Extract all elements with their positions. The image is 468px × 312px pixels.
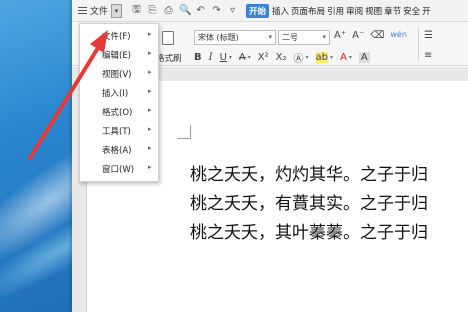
tab-developer[interactable]: 开 [421, 5, 432, 17]
phonetic-guide-icon[interactable]: wén [390, 30, 407, 41]
chevron-down-icon[interactable]: ▾ [349, 54, 352, 61]
chevron-down-icon: ▾ [322, 33, 326, 41]
menu-item-format[interactable]: 格式(O) ▸ [80, 102, 158, 122]
bullet-list-icon[interactable]: ☰ [424, 30, 433, 41]
menu-item-label: 编辑(E) [102, 51, 132, 61]
chevron-down-icon[interactable]: ▾ [330, 54, 333, 61]
document-line[interactable]: 桃之夭夭，有蕡其实。之子于归 [190, 189, 428, 214]
font-name-value: 宋体 (标题) [198, 33, 239, 42]
chevron-right-icon: ▸ [148, 87, 152, 95]
chevron-down-icon[interactable]: ▾ [229, 54, 232, 61]
grow-font-icon[interactable]: A⁺ [334, 30, 346, 41]
format-painter-icon[interactable] [162, 31, 174, 45]
customize-toolbar-icon[interactable]: ▿ [227, 5, 238, 16]
file-menu-button[interactable]: 文件 ▾ [72, 2, 125, 20]
tab-page-layout[interactable]: 页面布局 [290, 5, 326, 17]
chevron-right-icon: ▸ [148, 144, 152, 152]
chevron-right-icon: ▸ [148, 106, 152, 114]
char-shading-icon[interactable]: A [358, 52, 370, 63]
format-painter-label[interactable]: 格式刷 [156, 52, 182, 64]
menu-item-window[interactable]: 窗口(W) ▸ [80, 159, 158, 179]
chevron-down-icon[interactable]: ▾ [248, 54, 251, 61]
font-name-select[interactable]: 宋体 (标题) ▾ [194, 30, 276, 45]
quick-access-toolbar: 🖫 ⎘ ⎙ 🔍 ↶ ↷ ▿ [131, 2, 238, 19]
font-size-tools: A⁺ A⁻ ⌫ wén [334, 30, 407, 41]
font-size-value: 二号 [282, 33, 298, 42]
menu-item-label: 窗口(W) [102, 165, 135, 175]
tab-review[interactable]: 审阅 [345, 5, 364, 17]
menu-item-insert[interactable]: 插入(I) ▸ [80, 83, 158, 103]
file-menu-label: 文件 [90, 7, 109, 17]
tab-security[interactable]: 安全 [402, 5, 421, 17]
document-line[interactable]: 桃之夭夭，灼灼其华。之子于归 [190, 160, 428, 185]
tab-home[interactable]: 开始 [246, 3, 270, 18]
menu-item-label: 表格(A) [102, 146, 132, 156]
ribbon-divider [418, 27, 419, 61]
italic-icon[interactable]: I [209, 52, 213, 63]
print-preview-icon[interactable]: 🔍 [179, 5, 191, 16]
file-dropdown-menu: 文件(F) ▸ 编辑(E) ▸ 视图(V) ▸ 插入(I) ▸ 格式(O) ▸ … [79, 23, 159, 182]
subscript-icon[interactable]: X₂ [276, 52, 287, 63]
tab-insert[interactable]: 插入 [271, 5, 290, 17]
menu-item-view[interactable]: 视图(V) ▸ [80, 64, 158, 84]
save-icon[interactable]: 🖫 [131, 2, 142, 19]
page-margin-corner [177, 125, 191, 139]
font-color-icon[interactable]: A [340, 52, 347, 63]
chevron-down-icon[interactable]: ▾ [111, 3, 123, 18]
clear-format-icon[interactable]: ⌫ [370, 30, 384, 41]
undo-icon[interactable]: ↶ [195, 5, 206, 16]
hamburger-icon [78, 7, 87, 14]
menu-item-label: 视图(V) [102, 70, 132, 80]
menu-item-edit[interactable]: 编辑(E) ▸ [80, 45, 158, 65]
chevron-right-icon: ▸ [148, 125, 152, 133]
menu-item-file[interactable]: 文件(F) ▸ [80, 26, 158, 46]
menu-item-label: 插入(I) [102, 89, 129, 99]
text-effect-icon[interactable]: Ⓐ [294, 50, 304, 65]
tab-chapter[interactable]: 章节 [383, 5, 402, 17]
chevron-right-icon: ▸ [148, 30, 152, 38]
align-left-icon[interactable]: ≡ [424, 50, 432, 61]
bold-icon[interactable]: B [194, 52, 202, 63]
font-style-tools: B I U ▾ A ▾ X² X₂ Ⓐ ▾ ab ▾ A ▾ A [194, 50, 370, 65]
menu-item-tools[interactable]: 工具(T) ▸ [80, 121, 158, 141]
document-line[interactable]: 桃之夭夭，其叶蓁蓁。之子于归 [190, 218, 428, 243]
menu-item-label: 文件(F) [102, 32, 131, 42]
superscript-icon[interactable]: X² [258, 52, 269, 63]
strikethrough-icon[interactable]: A [239, 52, 246, 63]
menu-item-table[interactable]: 表格(A) ▸ [80, 140, 158, 160]
export-pdf-icon[interactable]: ⎘ [147, 5, 158, 16]
tab-references[interactable]: 引用 [326, 5, 345, 17]
chevron-down-icon: ▾ [268, 33, 272, 41]
font-size-select[interactable]: 二号 ▾ [278, 30, 330, 45]
shrink-font-icon[interactable]: A⁻ [352, 30, 364, 41]
print-icon[interactable]: ⎙ [163, 5, 174, 16]
chevron-right-icon: ▸ [148, 163, 152, 171]
chevron-right-icon: ▸ [148, 49, 152, 57]
highlight-icon[interactable]: ab [315, 52, 328, 63]
chevron-down-icon[interactable]: ▾ [306, 54, 309, 61]
menu-bar: 文件 ▾ 🖫 ⎘ ⎙ 🔍 ↶ ↷ ▿ 开始 插入 页面布局 引用 审阅 视图 章… [72, 0, 468, 22]
chevron-right-icon: ▸ [148, 68, 152, 76]
redo-icon[interactable]: ↷ [211, 5, 222, 16]
menu-item-label: 工具(T) [102, 127, 131, 137]
tab-view[interactable]: 视图 [364, 5, 383, 17]
underline-icon[interactable]: U [220, 52, 227, 63]
menu-item-label: 格式(O) [102, 108, 133, 118]
